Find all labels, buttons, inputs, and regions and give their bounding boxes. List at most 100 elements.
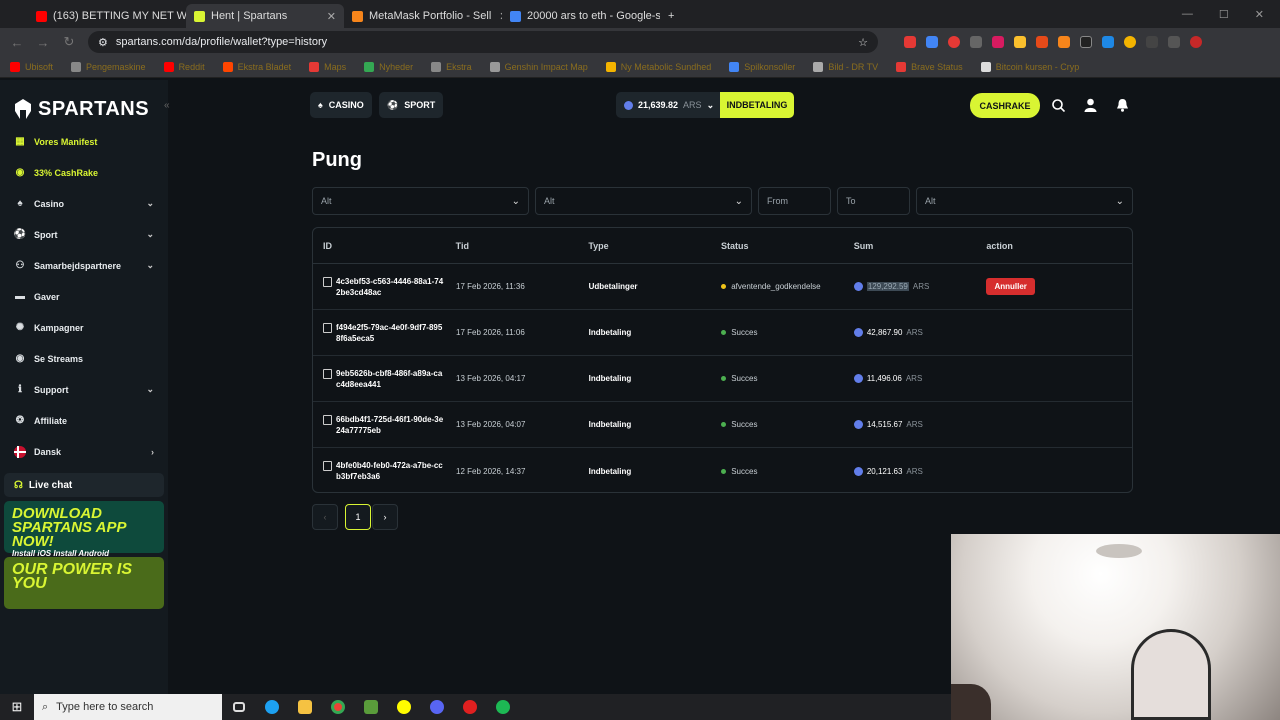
back-icon[interactable]: ←	[10, 35, 24, 50]
sidebar-item-33-cashrake[interactable]: ◉ 33% CashRake	[0, 157, 168, 188]
download-app-banner[interactable]: DOWNLOAD SPARTANS APP NOW! Install iOS I…	[4, 501, 164, 558]
cancel-withdrawal-button[interactable]: Annuller	[986, 278, 1035, 295]
sidebar-item-support[interactable]: ℹ Support ⌄	[0, 374, 168, 405]
sidebar-item-se-streams[interactable]: ◉ Se Streams	[0, 343, 168, 374]
collapse-sidebar-icon[interactable]: «	[164, 100, 170, 111]
pagination-prev-button[interactable]: ‹	[312, 504, 338, 530]
browser-tab[interactable]: MetaMask Portfolio - Sell✕	[344, 4, 502, 28]
manifest-icon: ▦	[15, 136, 25, 147]
transaction-id[interactable]: 4c3ebf53-c563-4446-88a1-742be3cd48ac	[323, 276, 446, 298]
bookmark-item[interactable]: Genshin Impact Map	[489, 61, 588, 72]
forward-icon[interactable]: →	[36, 35, 50, 50]
sidebar-item-dansk[interactable]: Dansk ›	[0, 436, 168, 467]
minecraft-icon[interactable]	[354, 700, 387, 714]
extension-puzzle-icon[interactable]	[1146, 36, 1158, 48]
sidebar-item-affiliate[interactable]: ❂ Affiliate	[0, 405, 168, 436]
sidebar-item-sport[interactable]: ⚽ Sport ⌄	[0, 219, 168, 250]
spartans-logo[interactable]: SPARTANS	[0, 80, 168, 126]
to-date-input[interactable]: To	[837, 187, 910, 215]
close-tab-icon[interactable]: ✕	[319, 10, 336, 23]
manifesto-banner[interactable]: OUR POWER IS YOU	[4, 557, 164, 609]
discord-icon[interactable]	[420, 700, 453, 714]
extension-icon[interactable]	[970, 36, 982, 48]
sidebar-item-vores-manifest[interactable]: ▦ Vores Manifest	[0, 126, 168, 157]
search-icon[interactable]	[1050, 96, 1066, 114]
bookmark-item[interactable]: Reddit	[163, 61, 205, 72]
person-arm	[951, 684, 991, 720]
edge-icon[interactable]	[255, 700, 288, 714]
pagination-next-button[interactable]: ›	[372, 504, 398, 530]
copy-icon[interactable]	[323, 414, 332, 425]
deposit-button[interactable]: INDBETALING	[720, 92, 794, 118]
transaction-id[interactable]: 4bfe0b40-feb0-472a-a7be-ccb3bf7eb3a6	[323, 460, 446, 482]
filter-select-3[interactable]: Alt ⌄	[916, 187, 1133, 215]
transaction-id[interactable]: f494e2f5-79ac-4e0f-9df7-8958f6a5eca5	[323, 322, 446, 344]
notification-bell-icon[interactable]	[1114, 96, 1130, 114]
bookmark-item[interactable]: Maps	[309, 61, 346, 72]
extension-icon[interactable]	[1036, 36, 1048, 48]
casino-button[interactable]: ♠ CASINO	[310, 92, 372, 118]
minimize-icon[interactable]: —	[1182, 8, 1193, 21]
new-tab-button[interactable]: +	[660, 4, 682, 28]
extension-icon[interactable]	[926, 36, 938, 48]
extension-icon[interactable]	[1080, 36, 1092, 48]
extension-icon[interactable]	[1102, 36, 1114, 48]
status-badge: Succes	[721, 467, 844, 476]
extension-icon[interactable]	[1014, 36, 1026, 48]
spotify-icon[interactable]	[486, 700, 519, 714]
task-view-icon[interactable]	[222, 702, 255, 712]
extension-icon[interactable]	[992, 36, 1004, 48]
pagination-page-1[interactable]: 1	[345, 504, 371, 530]
transaction-id[interactable]: 9eb5626b-cbf8-486f-a89a-cac4d8eea441	[323, 368, 446, 390]
close-tab-icon[interactable]: ✕	[491, 10, 502, 23]
bookmark-item[interactable]: Bitcoin kursen - Cryp	[980, 61, 1079, 72]
close-window-icon[interactable]: ✕	[1255, 8, 1264, 21]
extension-icon[interactable]	[1168, 36, 1180, 48]
balance-dropdown[interactable]: 21,639.82 ARS ⌄	[616, 92, 720, 118]
bookmark-item[interactable]: Ekstra Bladet	[222, 61, 291, 72]
bookmark-item[interactable]: Bild - DR TV	[813, 61, 878, 72]
bookmark-item[interactable]: Ubisoft	[10, 61, 53, 72]
url-input[interactable]: ⚙ spartans.com/da/profile/wallet?type=hi…	[88, 31, 878, 53]
roblox-icon[interactable]	[453, 700, 486, 714]
extension-icon[interactable]	[1124, 36, 1136, 48]
user-icon[interactable]	[1082, 96, 1098, 114]
sidebar-item-gaver[interactable]: ▬ Gaver	[0, 281, 168, 312]
filter-select-1[interactable]: Alt ⌄	[312, 187, 529, 215]
copy-icon[interactable]	[323, 461, 332, 471]
transaction-id[interactable]: 66bdb4f1-725d-46f1-90de-3e24a77775eb	[323, 414, 446, 436]
browser-tab[interactable]: Hent | Spartans ✕	[186, 4, 344, 28]
filter-select-2[interactable]: Alt ⌄	[535, 187, 752, 215]
windows-start-icon[interactable]: ⊞	[0, 699, 34, 715]
cashrake-button[interactable]: CASHRAKE	[970, 93, 1040, 118]
browser-tab[interactable]: 20000 ars to eth - Google-søgning✕	[502, 4, 660, 28]
extension-icon[interactable]	[948, 36, 960, 48]
bookmark-item[interactable]: Ekstra	[431, 61, 472, 72]
bookmark-item[interactable]: Pengemaskine	[71, 61, 146, 72]
chrome-icon[interactable]	[321, 700, 354, 714]
site-info-icon[interactable]: ⚙	[98, 36, 108, 49]
extension-icon[interactable]	[904, 36, 916, 48]
copy-icon[interactable]	[323, 276, 332, 287]
live-chat-button[interactable]: ☊ Live chat	[4, 473, 164, 497]
bookmark-item[interactable]: Nyheder	[364, 61, 413, 72]
bookmark-star-icon[interactable]: ☆	[858, 36, 868, 49]
copy-icon[interactable]	[323, 322, 332, 333]
browser-tab[interactable]: (163) BETTING MY NET WORTH✕	[28, 4, 186, 28]
profile-avatar-icon[interactable]	[1190, 36, 1202, 48]
snapchat-icon[interactable]	[387, 700, 420, 714]
bookmark-item[interactable]: Brave Status	[896, 61, 963, 72]
sidebar-item-samarbejdspartnere[interactable]: ⚇ Samarbejdspartnere ⌄	[0, 250, 168, 281]
reload-icon[interactable]: ↻	[62, 34, 76, 50]
taskbar-search-input[interactable]: ⌕ Type here to search	[34, 694, 222, 720]
metamask-icon[interactable]	[1058, 36, 1070, 48]
copy-icon[interactable]	[323, 368, 332, 379]
sidebar-item-kampagner[interactable]: ✺ Kampagner	[0, 312, 168, 343]
sidebar-item-casino[interactable]: ♠ Casino ⌄	[0, 188, 168, 219]
from-date-input[interactable]: From	[758, 187, 831, 215]
maximize-icon[interactable]: ☐	[1219, 8, 1229, 21]
sport-button[interactable]: ⚽ SPORT	[379, 92, 444, 118]
bookmark-item[interactable]: Spilkonsoller	[729, 61, 795, 72]
bookmark-item[interactable]: Ny Metabolic Sundhed	[605, 61, 711, 72]
file-explorer-icon[interactable]	[288, 700, 321, 714]
